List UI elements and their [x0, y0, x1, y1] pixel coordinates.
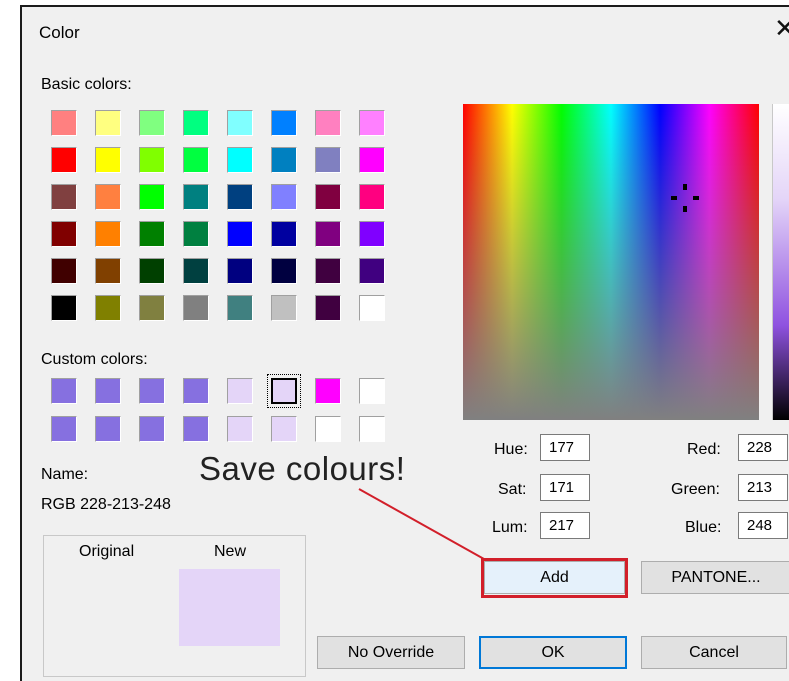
annotation-highlight-box: [481, 558, 628, 598]
annotation-arrow: [358, 488, 485, 560]
color-dialog: Color ✕ Basic colors: Custom colors: Nam…: [20, 5, 789, 681]
